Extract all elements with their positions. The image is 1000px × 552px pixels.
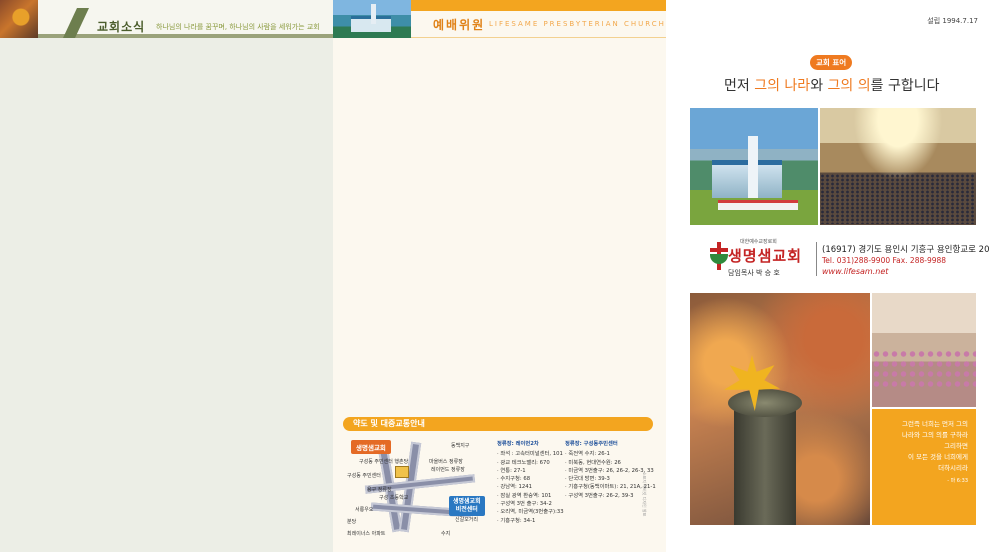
established-date: 설립 1994.7.17 (927, 17, 978, 25)
divider (816, 242, 817, 276)
verse-line: 그런즉 너희는 먼저 그의 (902, 420, 968, 428)
church-english-name: LIFESAME PRESBYTERIAN CHURCH (489, 20, 666, 28)
autumn-leaf-photo (690, 293, 870, 525)
vision-center-map-pin: 생명샘교회 비전센터 (449, 496, 485, 516)
map-label: 레이먼드 정류장 (431, 467, 465, 473)
scripture-verse-box: 그런즉 너희는 먼저 그의 나라와 그의 의를 구하라 그리하면 이 모든 것을… (872, 409, 976, 525)
church-map-icon (395, 466, 409, 478)
sanctuary-interior-photo (820, 108, 976, 225)
panel-church-news: 교회소식 하나님의 나라를 꿈꾸며, 하나님의 사람을 세워가는 교회 (0, 0, 333, 552)
panel-worship-committee: 예배위원 LIFESAME PRESBYTERIAN CHURCH 약도 및 대… (333, 0, 666, 552)
bus-route: · 기흥구청: 34-1 (497, 517, 536, 524)
header-accent-tab (63, 8, 89, 38)
map-label: 분당 (347, 519, 357, 525)
bus-route: · 잠실 광역 환승역: 101 (497, 492, 552, 499)
bus-route: · 좌석 : 고속터미널센터, 101 (497, 451, 563, 458)
map-label: 구성 초등학교 (379, 495, 409, 501)
bus-route: · 오리역, 미금역(3번출구):33 (497, 509, 564, 516)
location-map: 생명샘교회 생명샘교회 비전센터 구성동 주민센터 행촌당 구성동 주민센터 마… (345, 436, 493, 540)
autumn-leaf-thumbnail (0, 0, 38, 38)
bus-route: · 강남역: 1241 (497, 484, 532, 491)
church-news-title: 교회소식 (97, 20, 146, 34)
panel-front-cover: 설립 1994.7.17 교회 표어 먼저 그의 나라와 그의 의를 구합니다 … (666, 0, 1000, 552)
bus-route: · 광교 테크노밸리: 670 (497, 459, 550, 466)
senior-pastor: 담임목사 박 승 호 (728, 269, 780, 277)
bus-route: · 구성역 3번 출구: 34-2 (497, 501, 552, 508)
bus-route: · 연통: 27-1 (497, 467, 526, 474)
church-building-thumbnail (333, 0, 411, 38)
map-label: 용구 정류장 (367, 487, 392, 493)
bus-stop-title: 정류장: 레이먼2차 (497, 441, 539, 447)
side-note: 소표지 캐비넷 디자인 발표 (642, 472, 647, 517)
bus-route-list-left: 정류장: 레이먼2차 · 좌석 : 고속터미널센터, 101 · 광교 테크노밸… (497, 440, 564, 525)
church-exterior-photo (690, 108, 818, 225)
verse-line: 더하시리라 (938, 464, 968, 472)
choir-photo (872, 293, 976, 407)
map-section-heading: 약도 및 대중교통안내 (343, 417, 653, 431)
map-label: 구성동 주민센터 행촌당 (359, 459, 409, 465)
church-website-link[interactable]: www.lifesam.net (822, 267, 888, 276)
church-map-pin: 생명샘교회 (351, 440, 391, 454)
denomination-label: 대한예수교장로회 (740, 239, 777, 245)
header-orange-bar (411, 0, 666, 11)
panel1-header: 교회소식 하나님의 나라를 꿈꾸며, 하나님의 사람을 세워가는 교회 (0, 0, 333, 38)
motto-badge: 교회 표어 (810, 55, 853, 70)
bus-route: · 죽전역 수지: 26-1 (565, 451, 610, 458)
church-news-subtitle: 하나님의 나라를 꿈꾸며, 하나님의 사람을 세워가는 교회 (156, 23, 320, 31)
map-label: 구성동 주민센터 (347, 473, 381, 479)
verse-line: 이 모든 것을 너희에게 (907, 453, 968, 461)
bus-route: · 수지구청: 68 (497, 476, 531, 483)
worship-committee-title: 예배위원 (433, 18, 486, 32)
map-heading-text: 약도 및 대중교통안내 (353, 419, 425, 428)
bus-stop-title: 정류장: 구성동주민센터 (565, 441, 618, 447)
map-label: 동백지구 (451, 443, 470, 449)
church-address: (16917) 경기도 용인시 기흥구 용인항교로 20 (822, 245, 990, 255)
verse-line: 그리하면 (944, 442, 968, 450)
map-label: 신갈오거리 (455, 517, 479, 523)
map-label: 서룡우오 (355, 507, 374, 513)
map-label: 마을버스 정류장 (429, 459, 463, 465)
church-name: 생명샘교회 (728, 247, 803, 265)
map-label: 수지 (441, 531, 451, 537)
verse-line: 나라와 그의 의를 구하라 (902, 431, 968, 439)
map-label: 최레이너스 아파트 (347, 531, 386, 537)
verse-reference: - 마 6:33 (947, 478, 968, 484)
church-motto: 먼저 그의 나라와 그의 의를 구합니다 (724, 78, 940, 94)
bus-route: · 미북동, 현대연수원: 26 (565, 459, 621, 466)
church-phone-fax: Tel. 031)288-9900 Fax. 288-9988 (822, 256, 947, 265)
church-cross-logo-icon (710, 242, 728, 270)
